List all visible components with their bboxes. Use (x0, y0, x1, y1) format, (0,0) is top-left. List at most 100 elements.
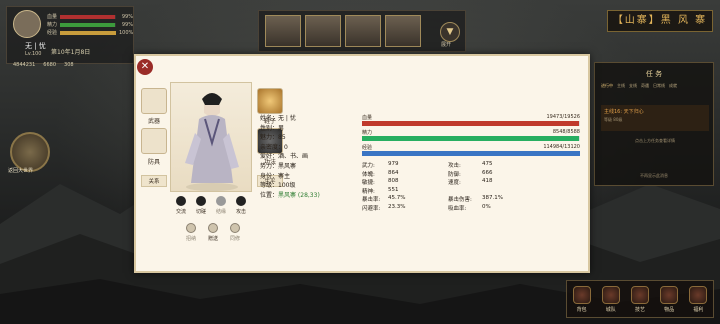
chat-action[interactable]: 交流 (172, 196, 190, 215)
player-name: 无 | 忧 (25, 42, 46, 50)
character-figure (185, 93, 239, 191)
attribute-row: 体魄: 864 防御: 666 (362, 170, 580, 179)
menu-welfare[interactable]: 福利 (687, 285, 709, 313)
resource-bar: 4844231 6680 308 (13, 62, 74, 68)
info-faction: 势力：黑风寨 (260, 162, 297, 170)
energy-bar (60, 22, 116, 27)
attribute-label: 敏捷: (362, 180, 375, 186)
attack-action[interactable]: 攻击 (232, 196, 250, 215)
expand-button[interactable]: ▼ (440, 22, 460, 42)
info-position: 位置：黑风寨 (28,33) (260, 191, 320, 201)
tab-daily[interactable]: 日常线 (653, 83, 665, 89)
armor-slot[interactable] (141, 128, 167, 154)
modal-hp-value: 19473/19526 (546, 114, 581, 120)
weapon-label: 武器 (147, 118, 160, 125)
attack-icon (236, 196, 246, 206)
action-label: 赠送 (207, 236, 218, 242)
attribute-table: 武力: 979 攻击: 475 体魄: 864 防御: 666 敏捷: 808 速度: 418 精神: 5… (362, 161, 580, 212)
companion-portrait[interactable] (305, 15, 341, 47)
menu-items[interactable]: 物品 (658, 285, 680, 313)
task-footer[interactable]: 不再显示此消息 (595, 173, 713, 179)
task-tabs: 进行中 主线 支线 奇遇 日常线 成就 (601, 83, 677, 89)
attribute-label: 闪避率: (362, 205, 381, 212)
companion-portrait[interactable] (345, 15, 381, 47)
tab-main[interactable]: 主线 (617, 83, 625, 89)
companion-portrait[interactable] (385, 15, 421, 47)
attribute-value: 475 (482, 161, 493, 167)
attribute-value: 23.3% (388, 203, 406, 210)
attribute-label: 防御: (448, 171, 461, 178)
attribute-value: 45.7% (388, 195, 406, 201)
position-value[interactable]: 黑风寨 (28,33) (278, 192, 320, 199)
attribute-value: 864 (388, 169, 399, 176)
tab-achievement[interactable]: 成就 (669, 83, 677, 89)
attribute-row: 敏捷: 808 速度: 418 (362, 178, 580, 187)
attribute-label: 暴击率: (362, 197, 381, 203)
spar-action[interactable]: 切磋 (192, 196, 210, 215)
modal-energy-value: 8548/8588 (552, 129, 580, 135)
attribute-label: 吸血率: (448, 205, 467, 212)
tab-in-progress[interactable]: 进行中 (601, 83, 613, 89)
attribute-label: 精神: (362, 188, 375, 195)
attribute-label: 攻击: (448, 163, 461, 169)
team-icon (601, 285, 620, 304)
attribute-row: 闪避率: 23.3% 吸血率: 0% (362, 204, 580, 213)
player-avatar[interactable] (13, 10, 41, 38)
relations-button[interactable]: 关系 (141, 175, 167, 187)
menu-skill[interactable]: 技艺 (629, 285, 651, 313)
menu-team[interactable]: 城队 (600, 285, 622, 313)
action-label: 交流 (175, 209, 186, 215)
task-item[interactable]: 主线16: 天下归心 等级 80级 (601, 105, 709, 131)
modal-exp: 经验 114984/13120 (362, 144, 580, 159)
attribute-row: 武力: 979 攻击: 475 (362, 161, 580, 170)
modal-energy-label: 精力 (362, 130, 373, 136)
hp-label: 血量 (47, 14, 58, 20)
companion-portrait[interactable] (265, 15, 301, 47)
world-map-button[interactable] (10, 132, 50, 172)
welfare-icon (689, 285, 708, 304)
player-hp-row: 血量 99% (47, 13, 133, 21)
info-gender: 性别：男 (260, 124, 285, 132)
region-title: 【山寨】黑 风 寨 (607, 10, 713, 32)
attribute-row: 暴击率: 45.7% 暴击伤害: 387.1% (362, 195, 580, 204)
bag-icon (572, 285, 591, 304)
gift-icon (208, 223, 218, 233)
info-identity: 身份：寨主 (260, 172, 291, 180)
weapon-slot[interactable] (141, 88, 167, 114)
items-icon (660, 285, 679, 304)
bottom-menu: 背包 城队 技艺 物品 福利 (566, 280, 714, 318)
attribute-value: 979 (388, 161, 399, 167)
menu-bag[interactable]: 背包 (571, 285, 593, 313)
shoes-slot[interactable] (257, 88, 283, 114)
attribute-value: 418 (482, 178, 493, 184)
tab-side[interactable]: 支线 (629, 83, 637, 89)
exp-bar (60, 30, 116, 35)
recruit-action[interactable]: 招纳 (182, 223, 200, 242)
coin-amount: 4844231 (13, 62, 36, 68)
modal-hp-bar (362, 121, 580, 126)
info-charm: 魅力：85 (260, 134, 286, 142)
player-panel[interactable]: 血量 99% 精力 99% 经验 100% 无 | 忧 Lv.100 第10年1… (6, 6, 134, 68)
task-item-sub: 等级 80级 (604, 117, 623, 122)
menu-label: 城队 (605, 306, 616, 313)
attribute-value: 666 (482, 169, 493, 176)
player-exp-row: 经验 100% (47, 29, 133, 37)
task-panel: 任 务 进行中 主线 支线 奇遇 日常线 成就 主线16: 天下归心 等级 80… (594, 62, 714, 186)
close-button[interactable]: ✕ (137, 59, 153, 75)
recruit-icon (186, 223, 196, 233)
character-info: 姓名：无 | 忧 性别：男 魅力：85 亲密度：0 爱好：酒、书、画 势力：黑风… (260, 114, 320, 200)
action-row-2: 招纳 赠送 同修 (182, 223, 252, 247)
bond-action[interactable]: 结缘 (212, 196, 230, 215)
action-row: 交流 切磋 结缘 攻击 (172, 196, 252, 220)
action-label: 切磋 (195, 209, 206, 215)
action-label: 招纳 (185, 236, 196, 242)
modal-exp-value: 114984/13120 (543, 144, 580, 150)
info-level: 等级：100级 (260, 182, 296, 190)
tab-adventure[interactable]: 奇遇 (641, 83, 649, 89)
gift-action[interactable]: 赠送 (204, 223, 222, 242)
companion-bar (258, 10, 466, 52)
cultivate-action[interactable]: 同修 (226, 223, 244, 242)
attribute-label: 体魄: (362, 171, 375, 178)
expand-label: 展开 (441, 42, 452, 48)
modal-exp-label: 经验 (362, 145, 373, 151)
